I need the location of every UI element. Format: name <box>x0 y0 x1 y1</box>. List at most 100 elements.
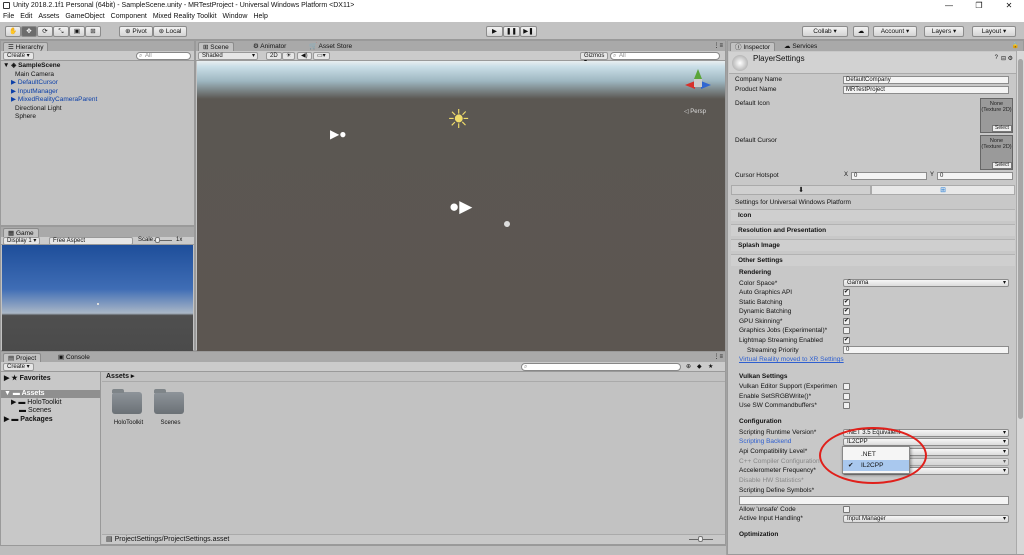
aspect-dropdown[interactable]: Free Aspect <box>49 237 133 245</box>
tab-asset-store[interactable]: 🛒 Asset Store <box>305 42 356 51</box>
icon-size-slider-thumb[interactable] <box>698 536 703 542</box>
platform-tab-standalone[interactable]: ⬇ <box>731 185 871 195</box>
select-button[interactable]: Select <box>992 162 1012 169</box>
layout-dropdown[interactable]: Layout ▾ <box>972 26 1016 37</box>
panel-menu-icon[interactable]: ⋮≡ <box>713 42 723 49</box>
runtime-version-dropdown[interactable]: .NET 3.5 Equivalent <box>843 429 1009 437</box>
scene-search-input[interactable]: ⌕ All <box>610 52 720 60</box>
gpu-skinning-checkbox[interactable]: ✔ <box>843 318 850 325</box>
display-dropdown[interactable]: Display 1 ▾ <box>3 237 41 245</box>
inspector-scrollbar-thumb[interactable] <box>1018 59 1023 419</box>
tree-item-holotoolkit[interactable]: ▶ ▬ HoloToolkit <box>1 398 100 407</box>
assets-root-row[interactable]: ▼ ▬ Assets <box>1 389 100 398</box>
account-dropdown[interactable]: Account ▾ <box>873 26 917 37</box>
streaming-priority-field[interactable]: 0 <box>843 346 1009 354</box>
menu-window[interactable]: Window <box>223 11 248 22</box>
audio-toggle[interactable]: ◀) <box>297 52 312 60</box>
rect-tool-button[interactable]: ▣ <box>69 26 85 37</box>
lock-icon[interactable]: 🔒 <box>1012 42 1019 49</box>
color-space-dropdown[interactable]: Gamma <box>843 279 1009 287</box>
filter-type-icon[interactable]: ⊕ <box>686 363 691 370</box>
menu-help[interactable]: Help <box>253 11 267 22</box>
lighting-toggle[interactable]: ☀ <box>282 52 296 60</box>
main-camera-gizmo-icon[interactable]: ●▶ <box>449 197 472 217</box>
hierarchy-search-input[interactable]: ⌕ All <box>136 52 191 60</box>
camera-gizmo-icon[interactable]: ▶● <box>330 127 346 141</box>
foldout-icon[interactable]: Icon <box>731 209 1015 221</box>
layers-dropdown[interactable]: Layers ▾ <box>924 26 964 37</box>
shading-dropdown[interactable]: Shaded ▾ <box>198 52 258 60</box>
mode-2d-toggle[interactable]: 2D <box>266 52 282 60</box>
foldout-splash[interactable]: Splash Image <box>731 239 1015 251</box>
play-button[interactable]: ▶ <box>486 26 503 37</box>
define-symbols-field[interactable] <box>739 496 1009 505</box>
hierarchy-item-main-camera[interactable]: Main Camera <box>3 71 97 80</box>
folder-item-holotoolkit[interactable]: HoloToolkit <box>112 389 145 428</box>
move-tool-button[interactable]: ✥ <box>21 26 37 37</box>
hotspot-y-field[interactable]: 0 <box>937 172 1013 180</box>
foldout-resolution[interactable]: Resolution and Presentation <box>731 224 1015 236</box>
srgb-write-checkbox[interactable] <box>843 393 850 400</box>
vulkan-editor-checkbox[interactable] <box>843 383 850 390</box>
sw-commandbuffers-checkbox[interactable] <box>843 402 850 409</box>
panel-menu-icon[interactable]: ⋮≡ <box>713 353 723 360</box>
minimize-button[interactable]: — <box>934 0 964 11</box>
hand-tool-button[interactable]: ✋ <box>5 26 21 37</box>
hierarchy-item-sphere[interactable]: Sphere <box>3 113 97 122</box>
popup-option-net[interactable]: .NET <box>843 449 909 460</box>
favorite-star-icon[interactable]: ★ <box>708 363 713 370</box>
dynamic-batching-checkbox[interactable]: ✔ <box>843 308 850 315</box>
hierarchy-item-mixedrealitycameraparent[interactable]: ▶ MixedRealityCameraParent <box>3 96 97 105</box>
project-create-button[interactable]: Create ▾ <box>3 363 34 371</box>
default-icon-slot[interactable]: None (Texture 2D) Select <box>980 98 1013 133</box>
scripting-backend-dropdown[interactable]: IL2CPP <box>843 438 1009 446</box>
menu-edit[interactable]: Edit <box>20 11 32 22</box>
menu-mrtk[interactable]: Mixed Reality Toolkit <box>153 11 217 22</box>
menu-assets[interactable]: Assets <box>38 11 59 22</box>
pivot-toggle[interactable]: ⊕ Pivot <box>119 26 153 37</box>
select-button[interactable]: Select <box>992 125 1012 132</box>
directional-light-icon[interactable]: ☀ <box>447 106 470 132</box>
tab-console[interactable]: ▣ Console <box>54 353 94 362</box>
local-toggle[interactable]: ⊛ Local <box>153 26 187 37</box>
default-cursor-slot[interactable]: None (Texture 2D) Select <box>980 135 1013 170</box>
menu-file[interactable]: File <box>3 11 14 22</box>
hierarchy-item-defaultcursor[interactable]: ▶ DefaultCursor <box>3 79 97 88</box>
transform-tool-button[interactable]: ⊞ <box>85 26 101 37</box>
breadcrumb[interactable]: Assets ▸ <box>102 372 725 382</box>
filter-label-icon[interactable]: ◆ <box>697 363 702 370</box>
step-button[interactable]: ▶❚ <box>520 26 537 37</box>
pause-button[interactable]: ❚❚ <box>503 26 520 37</box>
close-button[interactable]: ✕ <box>994 0 1024 11</box>
tab-game[interactable]: ▦ Game <box>3 228 39 237</box>
inspector-scrollbar[interactable] <box>1016 51 1024 554</box>
effects-toggle[interactable]: ▭▾ <box>313 52 330 60</box>
maximize-button[interactable]: ❐ <box>964 0 994 11</box>
tab-animator[interactable]: ⚙ Animator <box>249 42 290 51</box>
scale-tool-button[interactable]: ⤡ <box>53 26 69 37</box>
auto-graphics-checkbox[interactable]: ✔ <box>843 289 850 296</box>
menu-component[interactable]: Component <box>111 11 147 22</box>
hierarchy-create-button[interactable]: Create ▾ <box>3 52 34 60</box>
component-menu-icon[interactable]: ⚙ <box>1008 55 1013 62</box>
orientation-gizmo[interactable] <box>685 69 711 95</box>
preset-icon[interactable]: ⊟ <box>1001 55 1006 62</box>
project-search-input[interactable]: ⌕ <box>521 363 681 371</box>
scene-viewport[interactable]: ☀ ▶● ●▶ ◁ Persp <box>197 61 725 353</box>
tab-hierarchy[interactable]: ☰ Hierarchy <box>3 42 49 51</box>
packages-row[interactable]: ▶ ▬ Packages <box>1 415 100 424</box>
hierarchy-item-inputmanager[interactable]: ▶ InputManager <box>3 88 97 97</box>
unsafe-code-checkbox[interactable] <box>843 506 850 513</box>
persp-label[interactable]: ◁ Persp <box>684 108 706 115</box>
graphics-jobs-checkbox[interactable] <box>843 327 850 334</box>
rotate-tool-button[interactable]: ⟳ <box>37 26 53 37</box>
lightmap-streaming-checkbox[interactable]: ✔ <box>843 337 850 344</box>
tab-services[interactable]: ☁ Services <box>780 42 821 51</box>
help-icon[interactable]: ? <box>995 55 998 61</box>
cloud-button[interactable]: ☁ <box>853 26 869 37</box>
collab-button[interactable]: Collab ▾ <box>802 26 848 37</box>
favorites-row[interactable]: ▶ ★ Favorites <box>1 374 100 383</box>
tree-item-scenes[interactable]: ▬ Scenes <box>1 407 100 416</box>
company-name-field[interactable]: DefaultCompany <box>843 76 1009 84</box>
tab-project[interactable]: ▤ Project <box>3 353 42 362</box>
